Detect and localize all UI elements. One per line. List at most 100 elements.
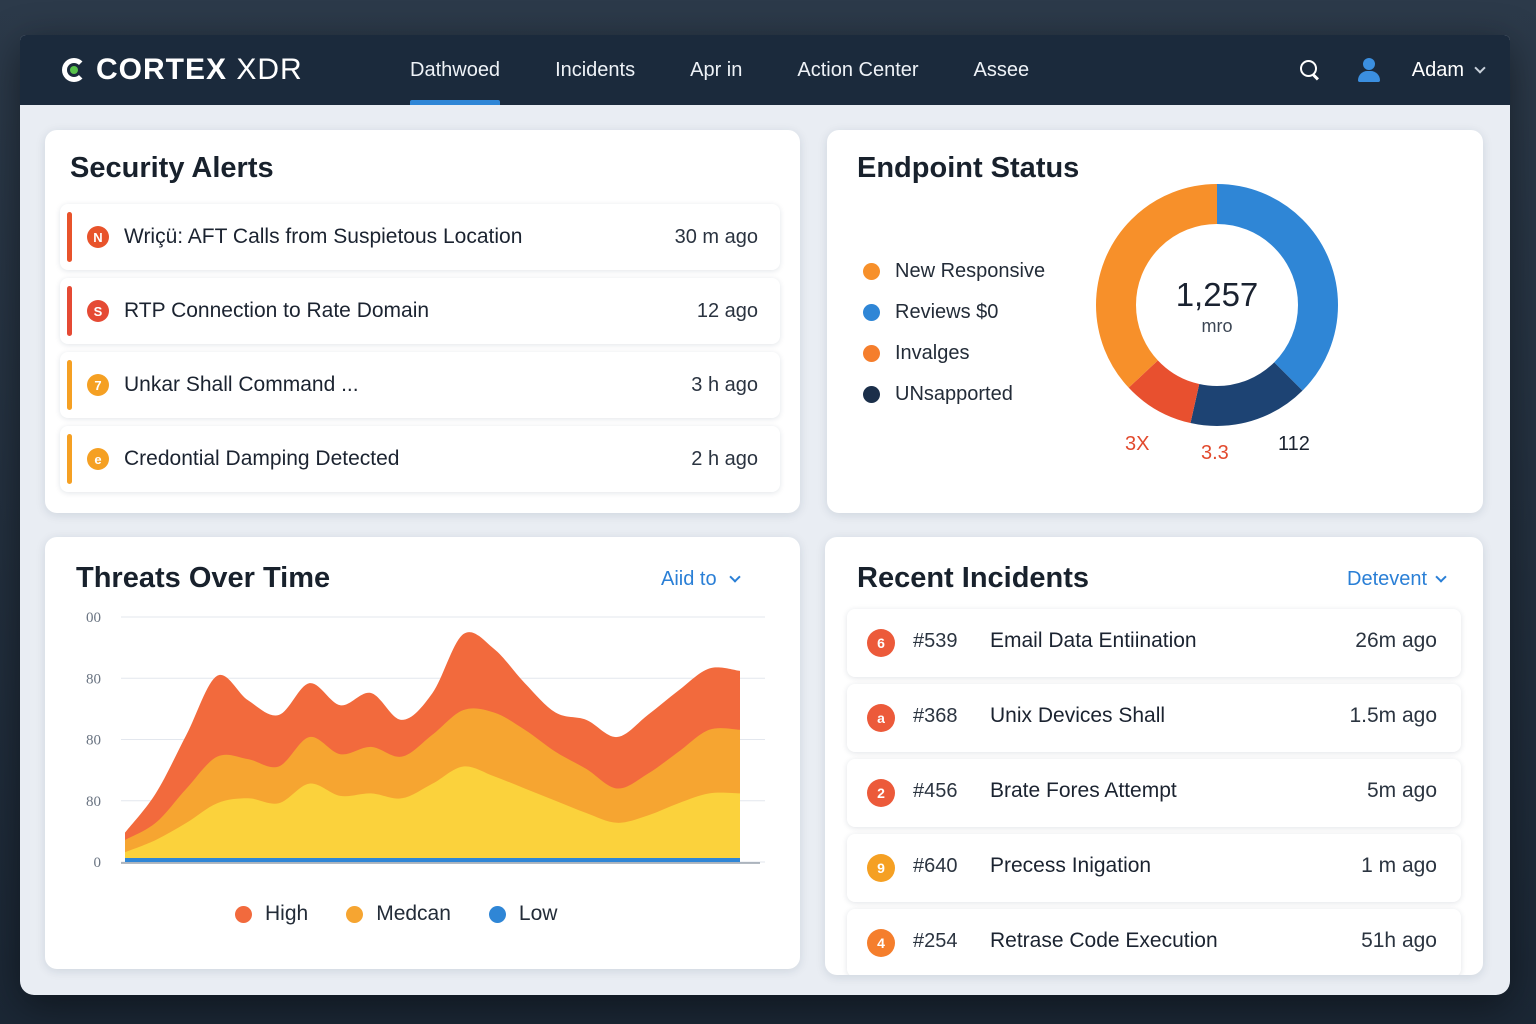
user-avatar-icon[interactable] <box>1356 57 1382 83</box>
legend-dot <box>863 263 880 280</box>
alert-severity-icon: S <box>87 300 109 322</box>
incident-severity-icon: 2 <box>867 779 895 807</box>
segment-label-orange: 3.3 <box>1201 442 1229 464</box>
donut-unit: mro <box>1201 316 1233 336</box>
y-tick-label: 0 <box>94 855 102 871</box>
chevron-down-icon <box>728 571 741 583</box>
security-alerts-card: Security Alerts N Wriçü: AFT Calls from S… <box>45 130 800 513</box>
alert-title: Credontial Damping Detected <box>124 447 400 470</box>
threats-legend: High Medcan Low <box>235 902 595 926</box>
nav-tab-incidents[interactable]: Incidents <box>555 35 635 105</box>
legend-label: UNsapported <box>895 383 1013 405</box>
alert-severity-icon: 7 <box>87 374 109 396</box>
endpoint-legend-item: Invalges <box>863 342 970 365</box>
threats-over-time-card: Threats Over Time Aiid to 00 80 80 80 0 High… <box>45 537 800 969</box>
main-nav: Dathwoed Incidents Apr in Action Center … <box>410 35 1084 105</box>
threats-filter-label: Aiid to <box>661 568 717 590</box>
alert-title: Wriçü: AFT Calls from Suspietous Locatio… <box>124 225 523 248</box>
alert-row[interactable]: N Wriçü: AFT Calls from Suspietous Locati… <box>60 204 780 270</box>
threats-area-chart: 00 80 80 80 0 <box>86 610 765 871</box>
series-area-low <box>125 858 740 862</box>
severity-bar <box>67 360 72 410</box>
legend-dot-medium <box>346 905 364 923</box>
donut-total-value: 1,257 <box>1175 276 1259 313</box>
cortex-xdr-logo[interactable]: CORTEX XDR <box>62 53 303 87</box>
incident-time: 1 m ago <box>1361 854 1437 877</box>
incidents-filter-label: Detevent <box>1347 568 1428 590</box>
recent-incidents-title: Recent Incidents <box>857 562 1090 594</box>
endpoint-legend-item: Reviews $0 <box>863 301 998 324</box>
recent-incidents-card: Recent Incidents Detevent 6 #539 Email Dat… <box>825 537 1483 975</box>
nav-tab-dashboard[interactable]: Dathwoed <box>410 35 501 105</box>
legend-label: Reviews $0 <box>895 301 999 323</box>
incident-number: #254 <box>913 930 958 952</box>
severity-bar <box>67 286 72 336</box>
incident-title: Unix Devices Shall <box>990 704 1166 727</box>
logo-mark-icon <box>62 58 86 82</box>
incident-row[interactable]: 2 #456 Brate Fores Attempt 5m ago <box>847 759 1461 827</box>
legend-dot <box>863 386 880 403</box>
segment-label-red: 3X <box>1125 433 1150 455</box>
alert-time: 3 h ago <box>691 373 758 396</box>
chevron-down-icon[interactable] <box>1474 61 1486 74</box>
legend-item-high: High <box>235 902 308 926</box>
alert-time: 2 h ago <box>691 447 758 470</box>
donut-center: 1,257 mro <box>1097 276 1337 337</box>
severity-bar <box>67 434 72 484</box>
incident-number: #539 <box>913 630 958 652</box>
y-tick-label: 80 <box>86 794 101 810</box>
alert-row[interactable]: 7 Unkar Shall Command ... 3 h ago <box>60 352 780 418</box>
endpoint-status-title: Endpoint Status <box>857 152 1080 184</box>
endpoint-legend-item: UNsapported <box>863 383 1013 406</box>
legend-dot-low <box>488 905 506 923</box>
endpoint-legend-item: New Responsive <box>863 260 1045 283</box>
incident-time: 51h ago <box>1361 929 1437 952</box>
incident-row[interactable]: a #368 Unix Devices Shall 1.5m ago <box>847 684 1461 752</box>
y-tick-label: 80 <box>86 671 101 687</box>
alert-severity-icon: N <box>87 226 109 248</box>
security-alerts-title: Security Alerts <box>70 152 274 184</box>
legend-label-low: Low <box>518 902 558 925</box>
alert-title: Unkar Shall Command ... <box>124 373 359 396</box>
logo-text: CORTEX XDR <box>96 53 303 86</box>
incident-row[interactable]: 9 #640 Precess Inigation 1 m ago <box>847 834 1461 902</box>
threats-title: Threats Over Time <box>76 562 331 594</box>
y-tick-label: 00 <box>86 610 101 626</box>
threats-filter-dropdown[interactable]: Aiid to <box>661 568 741 591</box>
legend-label: Invalges <box>895 342 970 364</box>
incident-number: #640 <box>913 855 958 877</box>
incident-time: 1.5m ago <box>1349 704 1437 727</box>
incident-row[interactable]: 4 #254 Retrase Code Execution 51h ago <box>847 909 1461 975</box>
alert-severity-icon: e <box>87 448 109 470</box>
user-name[interactable]: Adam <box>1412 59 1464 82</box>
nav-tab-action-center[interactable]: Action Center <box>797 35 918 105</box>
incident-number: #456 <box>913 780 958 802</box>
header-controls: Adam <box>1298 35 1486 105</box>
nav-tab-apr-in[interactable]: Apr in <box>690 35 742 105</box>
search-icon[interactable] <box>1298 58 1322 82</box>
incident-time: 26m ago <box>1355 629 1437 652</box>
legend-item-low: Low <box>488 902 558 926</box>
legend-label-medium: Medcan <box>376 902 451 925</box>
app-window: CORTEX XDR Dathwoed Incidents Apr in Act… <box>20 35 1510 995</box>
legend-label: New Responsive <box>895 260 1046 282</box>
incident-title: Retrase Code Execution <box>990 929 1218 952</box>
incident-number: #368 <box>913 705 958 727</box>
incident-title: Precess Inigation <box>990 854 1152 877</box>
incident-row[interactable]: 6 #539 Email Data Entiination 26m ago <box>847 609 1461 677</box>
incident-severity-icon: 9 <box>867 854 895 882</box>
alert-row[interactable]: S RTP Connection to Rate Domain 12 ago <box>60 278 780 344</box>
legend-dot <box>863 345 880 362</box>
top-navigation-bar: CORTEX XDR Dathwoed Incidents Apr in Act… <box>20 35 1510 105</box>
incident-severity-icon: 6 <box>867 629 895 657</box>
nav-tab-assets[interactable]: Assee <box>974 35 1030 105</box>
chevron-down-icon <box>1435 571 1447 583</box>
legend-item-medium: Medcan <box>346 902 451 926</box>
y-tick-label: 80 <box>86 733 101 749</box>
alert-time: 30 m ago <box>674 225 758 248</box>
incidents-filter-dropdown[interactable]: Detevent <box>1347 568 1447 591</box>
alert-time: 12 ago <box>696 299 758 322</box>
alert-row[interactable]: e Credontial Damping Detected 2 h ago <box>60 426 780 492</box>
alert-title: RTP Connection to Rate Domain <box>124 299 430 322</box>
endpoint-status-card: Endpoint Status New Responsive Reviews $0… <box>827 130 1483 513</box>
